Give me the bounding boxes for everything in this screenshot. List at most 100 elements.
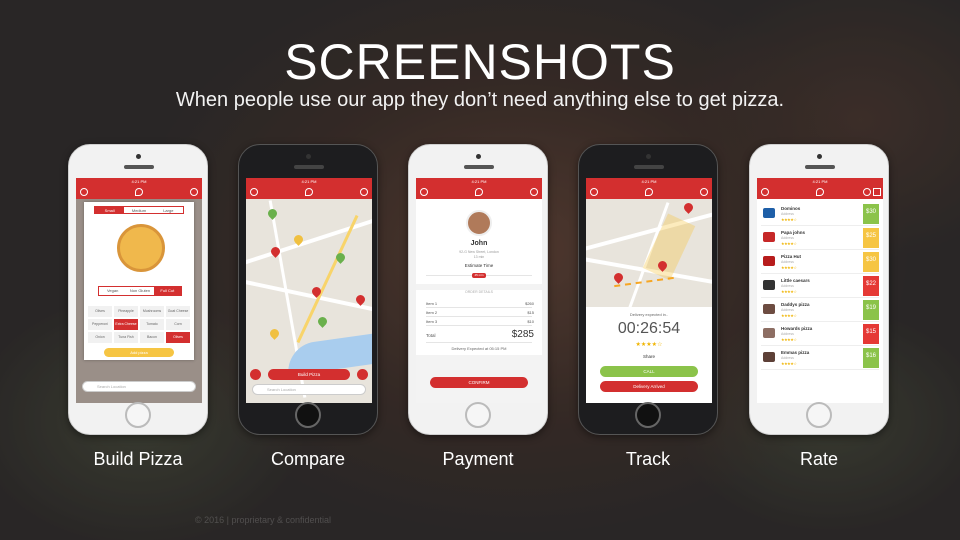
pizzeria-pin[interactable] — [266, 207, 279, 220]
search-location-input[interactable]: Search Location — [252, 384, 366, 395]
pizzeria-row[interactable]: Papa johns Address ★★★★☆ $25 — [761, 226, 879, 250]
pizzeria-row[interactable]: Emmas pizza Address ★★★★☆ $16 — [761, 346, 879, 370]
screen-payment: 4:21 PM John 92-G New Street, London 13 … — [416, 178, 542, 403]
pizzeria-name: Emmas pizza — [781, 350, 810, 355]
phone-rate: 4:21 PM Dominos Address ★★★★☆ $30 Papa johns… — [749, 144, 889, 435]
pizzeria-row[interactable]: Daddys pizza Address ★★★★☆ $19 — [761, 298, 879, 322]
add-pizza-button[interactable]: Add pizza — [104, 348, 174, 357]
profile-icon[interactable] — [700, 188, 708, 196]
menu-icon[interactable] — [250, 188, 258, 196]
menu-icon[interactable] — [590, 188, 598, 196]
topping-item[interactable]: Corn — [166, 319, 190, 330]
menu-icon[interactable] — [80, 188, 88, 196]
slide-subtitle: When people use our app they don’t need … — [175, 89, 785, 111]
pizzeria-name: Pizza Hut — [781, 254, 802, 259]
item-price: $260 — [525, 301, 534, 306]
size-small[interactable]: Small — [95, 207, 125, 213]
pizzeria-address: Address — [781, 356, 794, 360]
pizzeria-logo — [763, 328, 775, 338]
home-button[interactable] — [125, 402, 151, 428]
topping-item[interactable]: Goat Cheese — [166, 306, 190, 317]
profile-icon[interactable] — [863, 188, 871, 196]
rating-stars[interactable]: ★★★★☆ — [586, 341, 712, 348]
status-bar: 4:21 PM — [586, 178, 712, 186]
location-pin-icon[interactable] — [816, 188, 824, 196]
pizzeria-address: Address — [781, 212, 794, 216]
build-pizza-button[interactable]: Build Pizza — [268, 369, 350, 380]
app-bar — [416, 186, 542, 199]
home-button[interactable] — [806, 402, 832, 428]
topping-item[interactable]: Bacon — [140, 332, 164, 343]
location-pin-icon[interactable] — [305, 188, 313, 196]
earpiece — [634, 165, 664, 169]
price-badge[interactable]: $22 — [863, 276, 879, 296]
price-badge[interactable]: $16 — [863, 348, 879, 368]
store-pin — [682, 201, 695, 214]
home-button[interactable] — [465, 402, 491, 428]
item-label: Item 3 — [426, 319, 438, 324]
pizzeria-stars: ★★★★☆ — [781, 217, 797, 222]
menu-icon[interactable] — [761, 188, 769, 196]
price-badge[interactable]: $30 — [863, 204, 879, 224]
earpiece — [805, 165, 835, 169]
home-button[interactable] — [295, 402, 321, 428]
location-pin-icon[interactable] — [135, 188, 143, 196]
topping-item[interactable]: Olives — [166, 332, 190, 343]
menu-icon[interactable] — [420, 188, 428, 196]
topping-item[interactable]: Pepperoni — [88, 319, 112, 330]
price-badge[interactable]: $25 — [863, 228, 879, 248]
crust-selector: Vegan Non Gluten Full Cut — [98, 286, 182, 296]
filter-icon[interactable] — [873, 188, 881, 196]
pizzeria-row[interactable]: Howards pizza Address ★★★★☆ $15 — [761, 322, 879, 346]
profile-icon[interactable] — [360, 188, 368, 196]
earpiece — [124, 165, 154, 169]
app-bar — [246, 186, 372, 199]
price-badge[interactable]: $15 — [863, 324, 879, 344]
topping-item[interactable]: Mushrooms — [140, 306, 164, 317]
status-bar: 4:21 PM — [416, 178, 542, 186]
topping-item[interactable]: Olives — [88, 306, 112, 317]
topping-item[interactable]: Tomato — [140, 319, 164, 330]
tracking-map[interactable] — [586, 199, 712, 307]
share-label[interactable]: Share — [586, 354, 712, 359]
phone-compare: 4:21 PM Build Pizza Search Location — [238, 144, 378, 435]
home-button[interactable] — [635, 402, 661, 428]
pizzeria-row[interactable]: Pizza Hut Address ★★★★☆ $30 — [761, 250, 879, 274]
profile-icon[interactable] — [190, 188, 198, 196]
crust-full-cut[interactable]: Full Cut — [153, 287, 181, 295]
price-badge[interactable]: $19 — [863, 300, 879, 320]
pizzeria-logo — [763, 256, 775, 266]
confirm-button[interactable]: CONFIRM — [430, 377, 528, 388]
profile-icon[interactable] — [530, 188, 538, 196]
bike-icon[interactable] — [250, 369, 261, 380]
toppings-grid: Olives Pineapple Mushrooms Goat Cheese P… — [88, 306, 190, 343]
crust-non-gluten[interactable]: Non Gluten — [126, 287, 153, 295]
pizzeria-pin[interactable] — [316, 315, 329, 328]
estimate-time-label: Estimate Time — [464, 263, 494, 268]
pizzeria-address: Address — [781, 236, 794, 240]
pizzeria-address: Address — [781, 284, 794, 288]
delivery-arrived-button[interactable]: Delivery Arrived — [600, 381, 698, 392]
front-camera — [817, 154, 822, 159]
pizzeria-logo — [763, 232, 775, 242]
topping-item[interactable]: Pineapple — [114, 306, 138, 317]
crust-vegan[interactable]: Vegan — [99, 287, 126, 295]
delivery-timer: 00:26:54 — [617, 320, 681, 337]
size-medium[interactable]: Medium — [124, 207, 153, 213]
pizzeria-row[interactable]: Little caesars Address ★★★★☆ $22 — [761, 274, 879, 298]
pizzeria-row[interactable]: Dominos Address ★★★★☆ $30 — [761, 202, 879, 226]
topping-item[interactable]: Extra Cheese — [114, 319, 138, 330]
cart-icon[interactable] — [357, 369, 368, 380]
size-large[interactable]: Large — [154, 207, 183, 213]
search-location-input[interactable]: Search Location — [82, 381, 196, 392]
topping-item[interactable]: Tuna Fish — [114, 332, 138, 343]
screen-compare: 4:21 PM Build Pizza Search Location — [246, 178, 372, 403]
phone-build-pizza: 4:21 PM Small Medium Large Vegan Non Glu… — [68, 144, 208, 435]
call-button[interactable]: CALL — [600, 366, 698, 377]
pizzeria-pin[interactable] — [268, 327, 281, 340]
location-pin-icon[interactable] — [645, 188, 653, 196]
topping-item[interactable]: Onion — [88, 332, 112, 343]
price-badge[interactable]: $30 — [863, 252, 879, 272]
size-selector: Small Medium Large — [94, 206, 184, 214]
location-pin-icon[interactable] — [475, 188, 483, 196]
